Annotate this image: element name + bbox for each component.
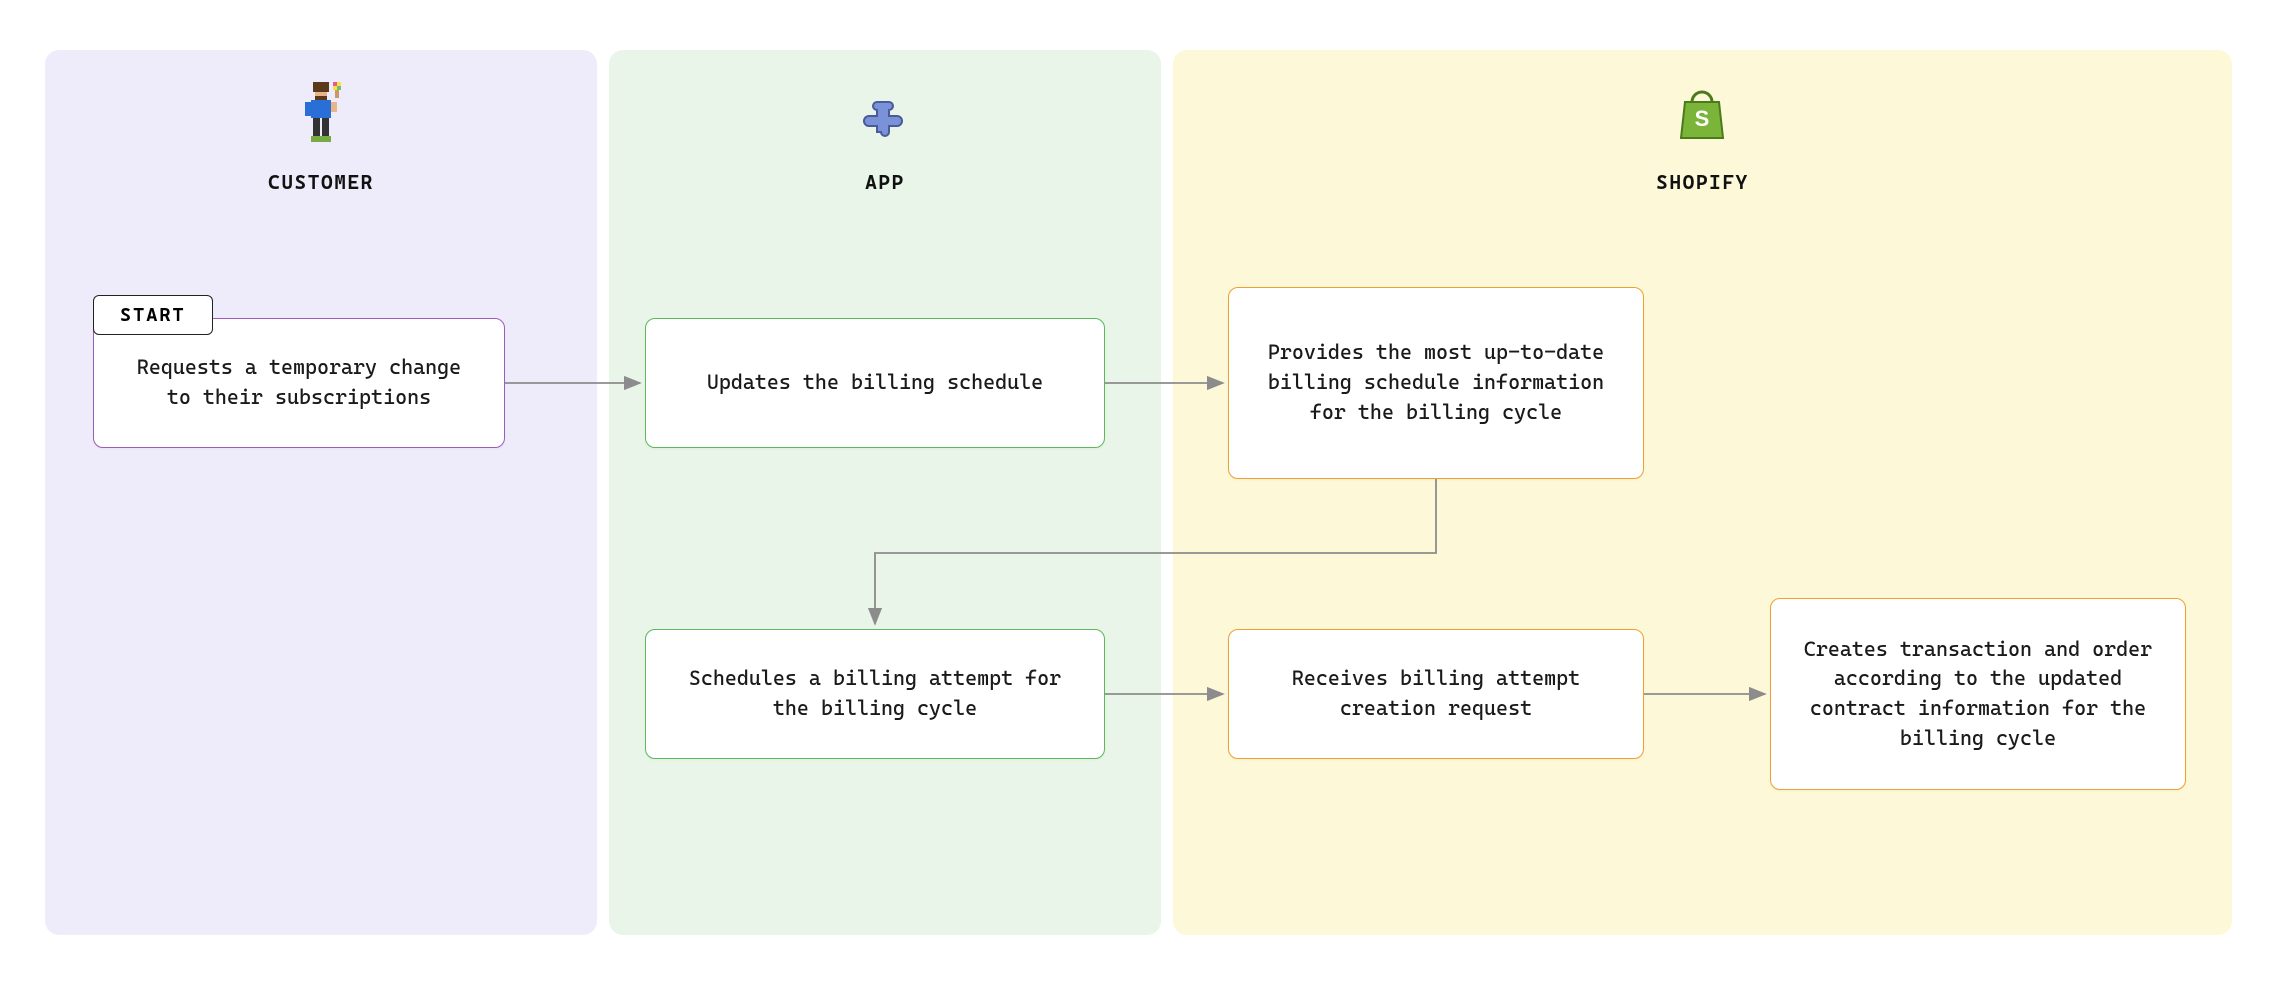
lane-app-title: APP xyxy=(865,170,905,194)
box-shopify-provides: Provides the most up-to-date billing sch… xyxy=(1228,287,1644,479)
shopify-bag-icon: S xyxy=(1677,80,1727,142)
customer-icon xyxy=(297,80,345,142)
svg-text:S: S xyxy=(1695,106,1710,131)
box-app-schedules: Schedules a billing attempt for the bill… xyxy=(645,629,1105,759)
lane-customer: CUSTOMER xyxy=(45,50,597,935)
box-customer-request: Requests a temporary change to their sub… xyxy=(93,318,505,448)
swimlanes: CUSTOMER APP S SHOPIFY xyxy=(45,50,2232,935)
lane-app: APP xyxy=(609,50,1161,935)
box-app-update: Updates the billing schedule xyxy=(645,318,1105,448)
box-shopify-creates: Creates transaction and order according … xyxy=(1770,598,2186,790)
lane-shopify-title: SHOPIFY xyxy=(1656,170,1749,194)
start-label: START xyxy=(93,295,213,335)
lane-shopify: S SHOPIFY xyxy=(1173,50,2232,935)
puzzle-icon xyxy=(857,80,913,142)
box-shopify-receives: Receives billing attempt creation reques… xyxy=(1228,629,1644,759)
lane-customer-title: CUSTOMER xyxy=(268,170,374,194)
